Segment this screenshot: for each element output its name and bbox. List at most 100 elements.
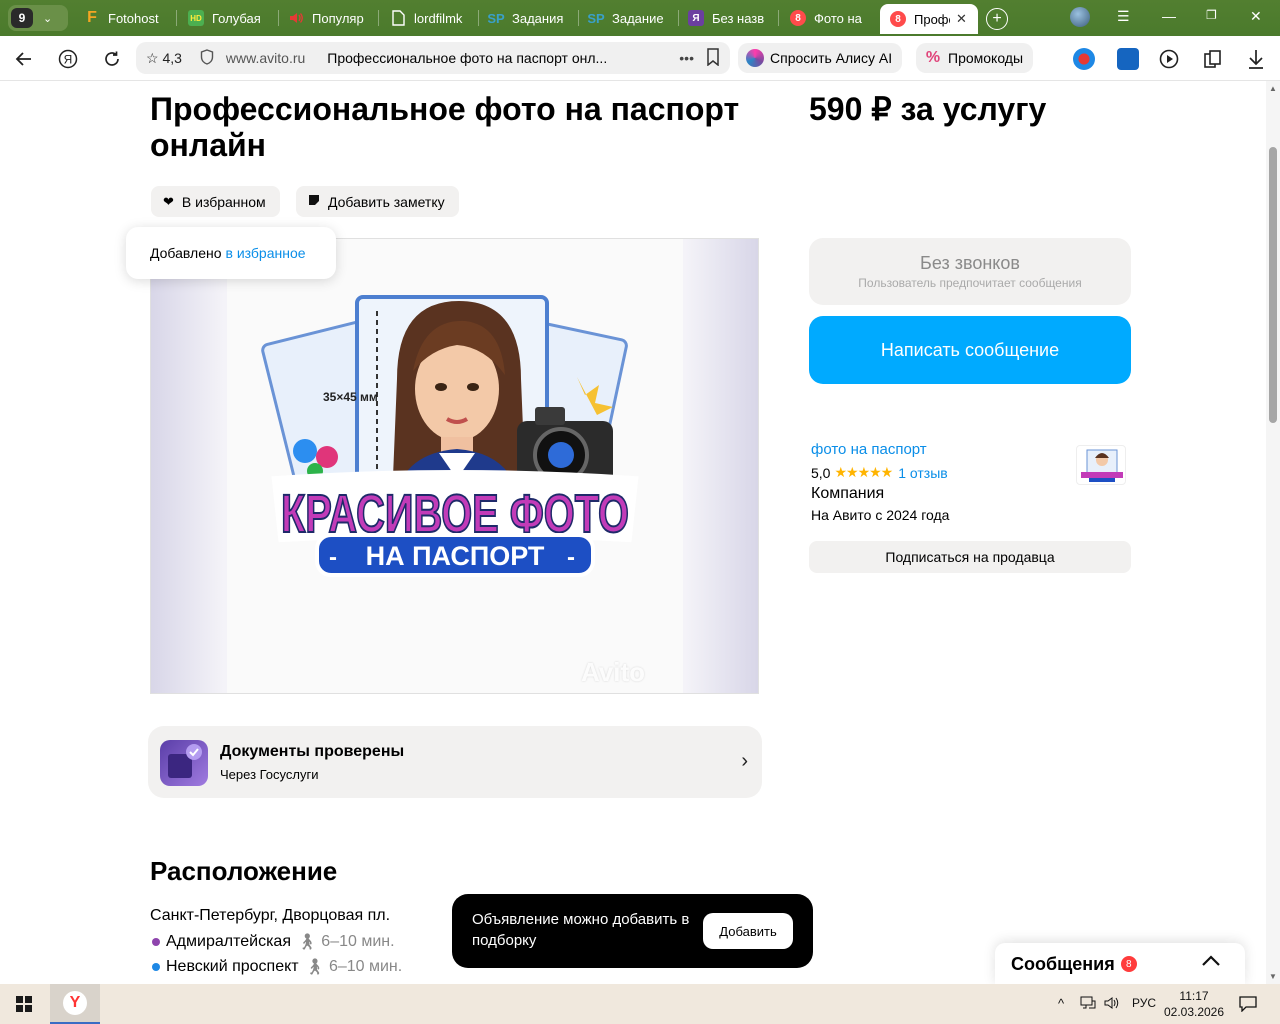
- listing-title: Профессиональное фото на паспорт онлайн: [150, 91, 740, 163]
- svg-text:-: -: [329, 544, 337, 571]
- browser-tab[interactable]: SP Задания: [488, 4, 576, 32]
- seller-name-link[interactable]: фото на паспорт: [811, 441, 927, 458]
- close-window-icon[interactable]: ✕: [1250, 8, 1262, 25]
- doc-icon: [390, 10, 406, 26]
- image-size-label: 35×45 мм: [323, 390, 378, 404]
- messages-panel[interactable]: Сообщения 8: [995, 943, 1245, 984]
- alice-icon: [746, 49, 764, 67]
- browser-tab-title: Без назв: [712, 10, 765, 26]
- documents-verified-title: Документы проверены: [220, 743, 405, 760]
- documents-verified-card[interactable]: Документы проверены Через Госуслуги ›: [148, 726, 762, 798]
- back-arrow-icon[interactable]: [13, 48, 35, 70]
- yandex-favicon-icon: Я: [688, 10, 704, 26]
- metro-walk-time: 6–10 мин.: [321, 933, 395, 950]
- browser-tab[interactable]: Я Без назв: [688, 4, 776, 32]
- collections-icon[interactable]: [1202, 48, 1224, 70]
- seller-avatar[interactable]: [1076, 445, 1126, 485]
- reload-icon[interactable]: [101, 48, 123, 70]
- browser-tab-bar: 9 ⌄ F Fotohost HD Голубая Популяр lordfi…: [0, 0, 1280, 36]
- vpn-extension-icon[interactable]: [1073, 48, 1095, 70]
- avito-listing-page: Профессиональное фото на паспорт онлайн …: [0, 81, 1266, 984]
- favorite-button[interactable]: ❤ В избранном: [151, 186, 280, 217]
- menu-icon[interactable]: ☰: [1117, 8, 1130, 25]
- metro-station: Адмиралтейская 🚶︎ 6–10 мин.: [150, 932, 395, 952]
- new-tab-plus-icon[interactable]: +: [986, 8, 1008, 30]
- tray-chevron-up-icon[interactable]: ^: [1058, 996, 1064, 1011]
- scrollbar-thumb[interactable]: [1269, 147, 1277, 423]
- browser-tab[interactable]: HD Голубая: [188, 4, 276, 32]
- site-rating[interactable]: ☆ 4,3: [146, 50, 182, 67]
- write-message-button[interactable]: Написать сообщение: [809, 316, 1131, 384]
- location-address: Санкт-Петербург, Дворцовая пл.: [150, 907, 391, 924]
- browser-tab-active[interactable]: 8 Профе ✕: [880, 4, 978, 34]
- close-icon[interactable]: ✕: [956, 11, 967, 27]
- minimize-icon[interactable]: —: [1162, 8, 1176, 24]
- subscribe-seller-button[interactable]: Подписаться на продавца: [809, 541, 1131, 573]
- promo-codes-button[interactable]: % Промокоды: [916, 43, 1034, 73]
- browser-tab[interactable]: lordfilmk: [390, 4, 478, 32]
- browser-tab-title: Профе: [914, 11, 950, 27]
- clock-time: 11:17: [1179, 989, 1209, 1003]
- location-heading: Расположение: [150, 856, 338, 886]
- browser-tab[interactable]: Популяр: [288, 4, 376, 32]
- percent-icon: %: [925, 49, 941, 66]
- yandex-browser-taskbar-icon[interactable]: Y: [50, 984, 100, 1024]
- fotohost-favicon-icon: F: [87, 9, 97, 26]
- tab-counter-button[interactable]: 9 ⌄: [8, 5, 68, 31]
- added-to-favorites-toast: Добавлено в избранное: [126, 227, 336, 279]
- listing-main-photo[interactable]: 35×45 мм КРАСИВОЕ ФОТО НА ПАСПОРТ - -: [227, 239, 683, 693]
- page-scrollbar[interactable]: ▲ ▼: [1266, 81, 1280, 984]
- browser-tab[interactable]: F Fotohost: [84, 4, 172, 32]
- tab-count: 9: [11, 8, 33, 28]
- play-circle-icon[interactable]: [1158, 48, 1180, 70]
- seller-type: Компания: [811, 485, 885, 502]
- listing-image-gallery[interactable]: 35×45 мм КРАСИВОЕ ФОТО НА ПАСПОРТ - - Av…: [150, 238, 759, 694]
- no-calls-title: Без звонков: [920, 253, 1020, 273]
- scroll-down-arrow-icon[interactable]: ▼: [1269, 972, 1277, 981]
- notifications-icon[interactable]: [1239, 996, 1257, 1015]
- seller-rating-value: 5,0: [811, 464, 831, 481]
- metro-station-name: Адмиралтейская: [166, 933, 291, 950]
- browser-tab-title: Популяр: [312, 10, 364, 26]
- avito-favicon-icon: 8: [790, 10, 806, 26]
- browser-tab[interactable]: SP Задание: [588, 4, 676, 32]
- sp-favicon-icon: SP: [588, 10, 605, 26]
- add-to-collection-button[interactable]: Добавить: [703, 913, 793, 949]
- network-icon[interactable]: [1080, 996, 1096, 1013]
- translate-extension-icon[interactable]: [1117, 48, 1139, 70]
- shield-icon[interactable]: [200, 48, 214, 68]
- language-indicator[interactable]: РУС: [1132, 996, 1156, 1010]
- bookmark-icon[interactable]: [706, 47, 720, 69]
- no-calls-button: Без звонков Пользователь предпочитает со…: [809, 238, 1131, 305]
- scroll-up-arrow-icon[interactable]: ▲: [1269, 84, 1277, 93]
- url-page-title: Профессиональное фото на паспорт онл...: [327, 50, 608, 66]
- documents-verified-subtitle: Через Госуслуги: [220, 767, 319, 782]
- ask-alice-button[interactable]: Спросить Алису AI: [738, 43, 903, 73]
- metro-line-dot-icon: [152, 963, 160, 971]
- clock-date: 02.03.2026: [1163, 1005, 1225, 1019]
- avito-watermark: Avito: [581, 657, 646, 687]
- rating-stars-icon: ★★★★★: [834, 464, 893, 480]
- volume-tray-icon[interactable]: [1104, 996, 1120, 1013]
- seller-reviews-link[interactable]: 1 отзыв: [898, 465, 948, 481]
- note-icon: [308, 194, 320, 209]
- walking-icon: 🚶︎: [304, 959, 325, 976]
- favorites-link[interactable]: в избранное: [226, 245, 306, 261]
- yandex-logo-icon[interactable]: Я: [57, 48, 79, 70]
- browser-tab-title: Задания: [512, 10, 564, 26]
- metro-station: Невский проспект 🚶︎ 6–10 мин.: [150, 957, 402, 977]
- seller-since: На Авито с 2024 года: [811, 507, 950, 523]
- no-calls-subtitle: Пользователь предпочитает сообщения: [858, 276, 1082, 290]
- metro-station-name: Невский проспект: [166, 958, 299, 975]
- more-dots-icon[interactable]: •••: [679, 50, 694, 66]
- add-note-button[interactable]: Добавить заметку: [296, 186, 459, 217]
- restore-icon[interactable]: ❐: [1206, 8, 1217, 22]
- address-bar[interactable]: ☆ 4,3 www.avito.ru Профессиональное фото…: [136, 42, 730, 74]
- browser-tab[interactable]: 8 Фото на: [790, 4, 872, 32]
- favorite-label: В избранном: [181, 193, 266, 210]
- windows-start-icon[interactable]: [16, 996, 32, 1012]
- profile-avatar[interactable]: [1070, 7, 1090, 27]
- chevron-up-icon[interactable]: [1201, 951, 1221, 974]
- download-icon[interactable]: [1246, 48, 1268, 70]
- taskbar-clock[interactable]: 11:17 02.03.2026: [1162, 988, 1226, 1020]
